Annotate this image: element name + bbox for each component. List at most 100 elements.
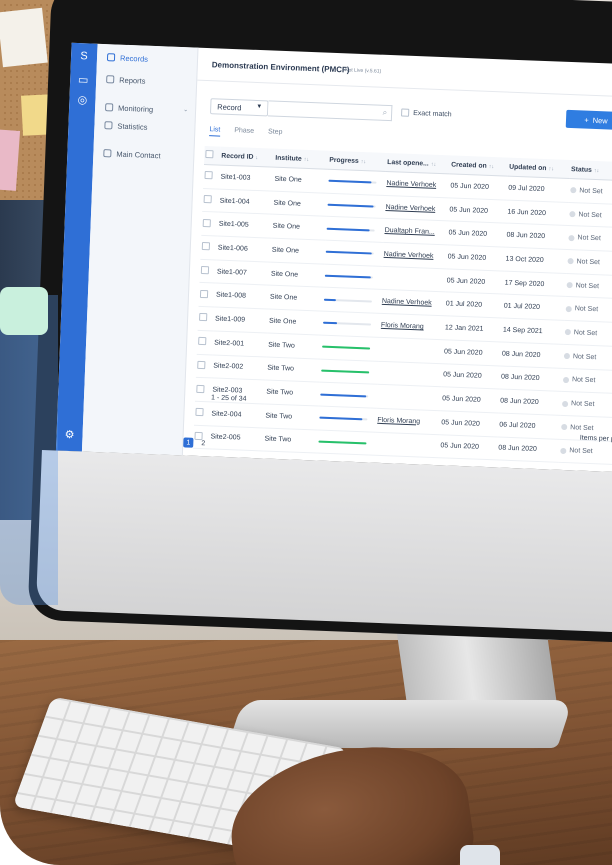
row-checkbox[interactable] bbox=[203, 195, 212, 204]
exact-match-label: Exact match bbox=[413, 109, 452, 118]
progress-bar bbox=[327, 203, 376, 208]
created-on-cell: 05 Jun 2020 bbox=[445, 268, 505, 295]
tab-phase[interactable]: Phase bbox=[234, 127, 254, 138]
row-checkbox[interactable] bbox=[199, 313, 208, 322]
column-header-created-on[interactable]: Created on ↑↓ bbox=[449, 155, 509, 177]
view-tabs: List Phase Step bbox=[209, 126, 283, 139]
status-badge: Not Set bbox=[561, 424, 612, 435]
row-checkbox[interactable] bbox=[195, 408, 204, 417]
row-checkbox[interactable] bbox=[201, 242, 211, 251]
record-id-cell[interactable]: Site1-007 bbox=[215, 259, 271, 286]
tab-step[interactable]: Step bbox=[268, 128, 283, 139]
new-button[interactable]: + New bbox=[565, 109, 612, 131]
progress-cell bbox=[317, 429, 376, 456]
record-id-cell[interactable]: Site1-009 bbox=[213, 307, 269, 333]
record-id-cell[interactable]: Site1-004 bbox=[218, 188, 274, 215]
progress-cell bbox=[321, 311, 381, 338]
environment-title: Demonstration Environment (PMCF) bbox=[211, 60, 350, 75]
chevron-down-icon[interactable]: ⌄ bbox=[183, 106, 188, 113]
record-id-cell[interactable]: Site1-005 bbox=[217, 212, 273, 239]
status-dot-icon bbox=[570, 187, 577, 194]
record-id-cell[interactable]: Site2-004 bbox=[210, 401, 265, 428]
progress-bar bbox=[318, 440, 367, 445]
status-dot-icon bbox=[567, 258, 574, 265]
sort-icon[interactable]: ↑↓ bbox=[304, 156, 310, 162]
sidebar-item-statistics[interactable]: Statistics bbox=[104, 116, 148, 136]
progress-fill bbox=[324, 274, 371, 279]
sort-icon[interactable]: ↑↓ bbox=[361, 158, 367, 164]
row-checkbox[interactable] bbox=[196, 384, 205, 393]
record-type-select[interactable]: Record ▼ bbox=[209, 98, 269, 117]
page-button[interactable]: 2 bbox=[198, 438, 208, 448]
progress-bar bbox=[319, 416, 368, 421]
exact-match-checkbox[interactable] bbox=[401, 108, 410, 117]
status-dot-icon bbox=[562, 376, 570, 383]
row-select-cell bbox=[197, 306, 215, 331]
sidebar-item-records[interactable]: Records bbox=[106, 48, 149, 68]
row-checkbox[interactable] bbox=[202, 218, 211, 227]
table-body: Site1-003 Site One Nadine Verhoek 05 Jun 20… bbox=[191, 164, 612, 474]
updated-on-cell: 06 Jul 2020 bbox=[497, 412, 561, 439]
row-checkbox[interactable] bbox=[198, 337, 207, 346]
record-id-cell[interactable]: Site2-002 bbox=[211, 354, 267, 381]
sort-icon[interactable]: ↑↓ bbox=[594, 167, 600, 173]
sidebar-item-main-contact[interactable]: Main Contact bbox=[103, 144, 161, 164]
row-select-cell bbox=[198, 282, 216, 308]
search-input[interactable]: ⌕ bbox=[267, 100, 393, 122]
user-link[interactable]: Nadine Verhoek bbox=[385, 204, 435, 213]
record-id-cell[interactable]: Site2-001 bbox=[212, 330, 268, 357]
sidebar-item-monitoring[interactable]: Monitoring bbox=[105, 98, 154, 118]
record-id-cell[interactable]: Site1-006 bbox=[216, 236, 272, 262]
status-dot-icon bbox=[565, 305, 572, 312]
user-link[interactable]: Floris Morang bbox=[377, 417, 420, 426]
select-all-checkbox[interactable] bbox=[205, 150, 214, 159]
status-label: Not Set bbox=[569, 447, 593, 456]
updated-on-cell: 01 Jul 2020 bbox=[502, 294, 566, 321]
last-opened-cell bbox=[377, 360, 443, 387]
settings-rail-icon[interactable]: ⚙ bbox=[62, 428, 77, 443]
sidebar-item-reports[interactable]: Reports bbox=[106, 70, 146, 89]
photo-scene: S ▭ ◎ ⚙ Records Reports Monitoring ⌄ Sta… bbox=[0, 0, 612, 865]
logo-icon[interactable]: S bbox=[77, 49, 92, 64]
status-badge: Not Set bbox=[565, 305, 612, 316]
tab-list[interactable]: List bbox=[209, 126, 221, 137]
row-checkbox[interactable] bbox=[204, 171, 213, 180]
user-link[interactable]: Nadine Verhoek bbox=[384, 251, 434, 260]
page-button[interactable]: 1 bbox=[183, 437, 194, 448]
created-on-cell: 05 Jun 2020 bbox=[439, 410, 499, 437]
sidebar-item-label: Records bbox=[119, 53, 149, 64]
updated-on-cell: 09 Jul 2020 bbox=[506, 176, 570, 203]
user-link[interactable]: Nadine Verhoek bbox=[386, 180, 436, 189]
column-header-label: Created on bbox=[451, 160, 487, 170]
records-rail-icon[interactable]: ▭ bbox=[76, 73, 91, 88]
row-checkbox[interactable] bbox=[200, 266, 210, 275]
record-id-cell[interactable]: Site1-008 bbox=[214, 283, 270, 310]
sort-icon[interactable]: ↑↓ bbox=[489, 163, 495, 169]
progress-fill bbox=[318, 440, 367, 445]
column-header-institute[interactable]: Institute ↑↓ bbox=[273, 148, 329, 170]
column-header-progress[interactable]: Progress ↑↓ bbox=[327, 150, 387, 172]
row-checkbox[interactable] bbox=[197, 360, 206, 370]
sort-down-icon[interactable]: ↓ bbox=[255, 154, 258, 160]
status-dot-icon bbox=[564, 329, 571, 336]
column-header-record-id[interactable]: Record ID ↓ bbox=[220, 146, 275, 168]
sort-icon[interactable]: ↑↓ bbox=[431, 161, 437, 167]
progress-bar bbox=[323, 298, 372, 303]
status-dot-icon bbox=[569, 211, 576, 218]
column-header-updated-on[interactable]: Updated on ↑↓ bbox=[507, 157, 571, 179]
record-id-cell[interactable]: Site2-005 bbox=[209, 425, 264, 452]
exact-match-toggle[interactable]: Exact match bbox=[401, 108, 452, 119]
column-header-last-opened[interactable]: Last opene... ↑↓ bbox=[385, 152, 451, 174]
location-rail-icon[interactable]: ◎ bbox=[75, 93, 90, 108]
user-link[interactable]: Dualtaph Fran... bbox=[384, 227, 434, 236]
user-link[interactable]: Nadine Verhoek bbox=[382, 298, 432, 307]
sort-icon[interactable]: ↑↓ bbox=[548, 166, 554, 172]
row-select-cell bbox=[201, 211, 219, 237]
decorative-overlay bbox=[0, 295, 58, 605]
institute-cell: Site Two bbox=[265, 356, 321, 383]
status-dot-icon bbox=[560, 447, 567, 454]
status-dot-icon bbox=[566, 282, 573, 289]
user-link[interactable]: Floris Morang bbox=[381, 322, 424, 331]
record-id-cell[interactable]: Site1-003 bbox=[219, 165, 274, 191]
row-checkbox[interactable] bbox=[199, 289, 209, 299]
